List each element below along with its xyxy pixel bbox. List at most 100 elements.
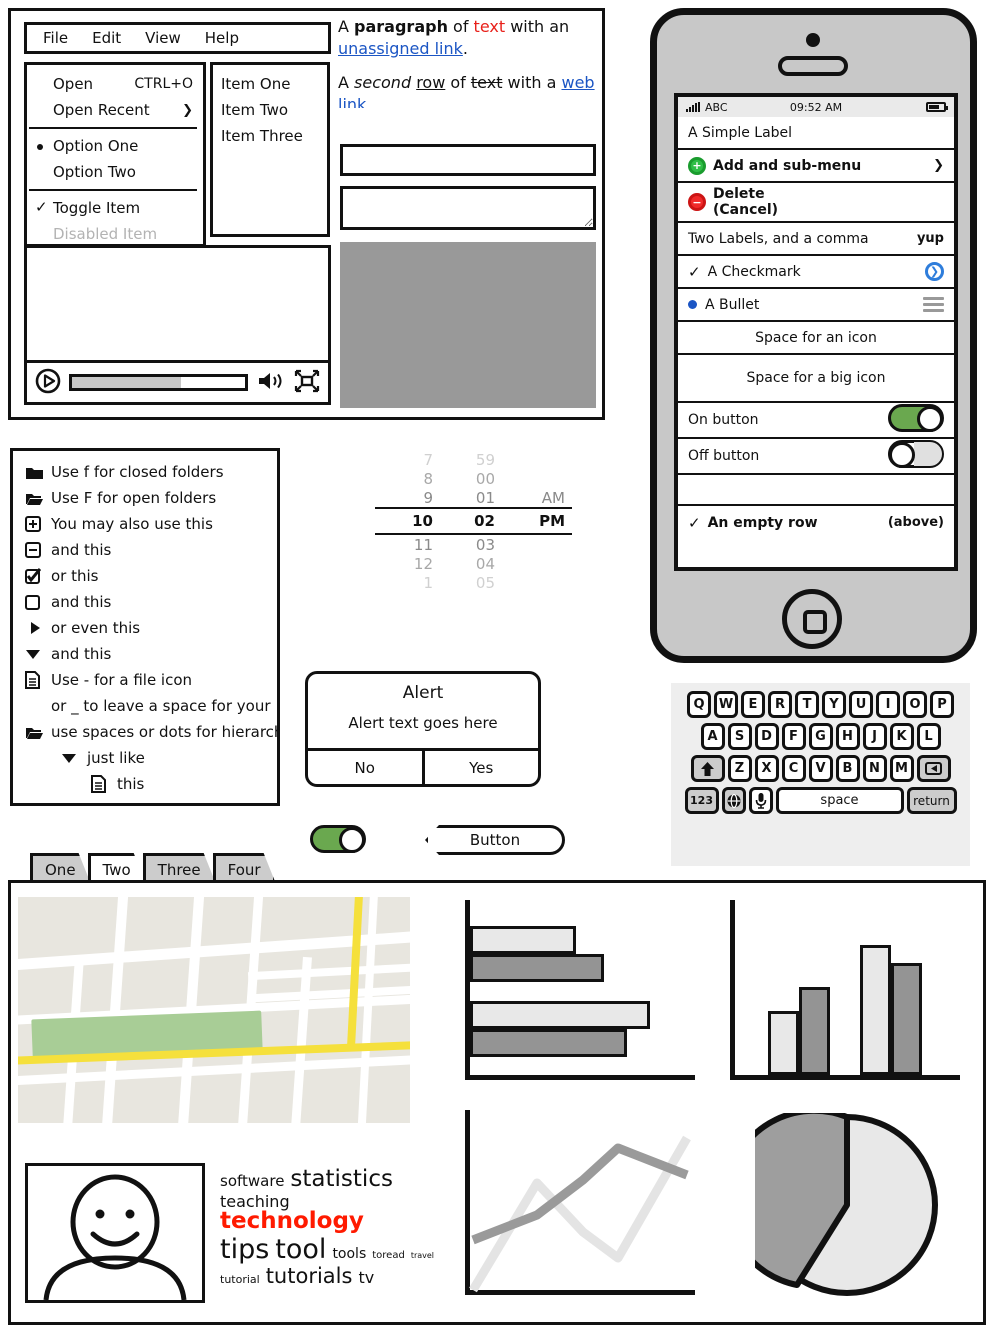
menubar-item-file[interactable]: File — [43, 29, 68, 47]
unassigned-link[interactable]: unassigned link — [338, 39, 463, 58]
tab-one[interactable]: One — [30, 853, 91, 883]
menubar-item-help[interactable]: Help — [205, 29, 239, 47]
list-item[interactable]: use spaces or dots for hierarchy — [25, 719, 277, 745]
time-picker[interactable]: 7 59 8 00 9 01 AM 10 02 PM 11 03 12 04 1… — [375, 450, 575, 600]
time-picker-row[interactable]: 1 05 — [375, 573, 575, 592]
list-box[interactable]: Item One Item Two Item Three — [210, 62, 330, 237]
arrow-button[interactable]: Button — [425, 825, 565, 855]
meridiem-selected[interactable]: PM — [495, 512, 565, 530]
phone-screen[interactable]: ABC 09:52 AM A Simple Label + Add and su… — [674, 93, 958, 571]
tab-three[interactable]: Three — [143, 853, 216, 883]
menubar-item-view[interactable]: View — [145, 29, 181, 47]
key-g[interactable]: G — [808, 723, 833, 750]
minute-option[interactable]: 05 — [433, 574, 495, 592]
media-player[interactable] — [24, 245, 331, 405]
phone-row-delete[interactable]: − Delete (Cancel) — [678, 183, 954, 223]
key-s[interactable]: S — [727, 723, 752, 750]
key-b[interactable]: B — [835, 755, 860, 782]
key-e[interactable]: E — [741, 691, 765, 718]
word-tutorials[interactable]: tutorials — [266, 1266, 353, 1287]
word-tv[interactable]: tv — [358, 1270, 374, 1286]
menubar-item-edit[interactable]: Edit — [92, 29, 121, 47]
word-travel[interactable]: travel — [411, 1252, 434, 1260]
list-item[interactable]: or _ to leave a space for your — [25, 693, 277, 719]
key-m[interactable]: M — [889, 755, 914, 782]
menu-item-open[interactable]: Open CTRL+O — [27, 71, 203, 97]
reorder-icon[interactable] — [923, 297, 944, 312]
fullscreen-icon[interactable] — [294, 369, 320, 397]
list-item[interactable]: Use - for a file icon — [25, 667, 277, 693]
hour-option[interactable]: 12 — [375, 555, 433, 573]
key-j[interactable]: J — [862, 723, 887, 750]
word-tips[interactable]: tips — [220, 1236, 269, 1263]
key-v[interactable]: V — [808, 755, 833, 782]
menu-bar[interactable]: File Edit View Help — [24, 22, 331, 54]
key-n[interactable]: N — [862, 755, 887, 782]
tab-bar[interactable]: One Two Three Four — [30, 853, 273, 883]
numbers-key[interactable]: 123 — [684, 787, 719, 814]
hour-selected[interactable]: 10 — [375, 512, 433, 530]
time-picker-row[interactable]: 8 00 — [375, 469, 575, 488]
backspace-key-icon[interactable] — [916, 755, 951, 782]
hour-option[interactable]: 11 — [375, 536, 433, 554]
volume-icon[interactable] — [256, 369, 286, 397]
toggle-off[interactable] — [888, 440, 944, 472]
list-item[interactable]: just like — [25, 745, 277, 771]
list-item[interactable]: You may also use this — [25, 511, 277, 537]
globe-icon[interactable] — [721, 787, 746, 814]
minute-option[interactable]: 00 — [433, 470, 495, 488]
media-player-controls[interactable] — [27, 360, 328, 402]
time-picker-row-selected[interactable]: 10 02 PM — [375, 509, 575, 533]
list-item[interactable]: and this — [25, 641, 277, 667]
key-f[interactable]: F — [781, 723, 806, 750]
menu-item-open-recent[interactable]: Open Recent ❯ — [27, 97, 203, 123]
return-key[interactable]: return — [906, 787, 957, 814]
minute-option[interactable]: 59 — [433, 451, 495, 469]
minute-option[interactable]: 01 — [433, 489, 495, 507]
phone-row-icon-space[interactable]: Space for an icon — [678, 322, 954, 355]
time-picker-row[interactable]: 11 03 — [375, 535, 575, 554]
phone-row-bullet[interactable]: A Bullet — [678, 289, 954, 322]
key-y[interactable]: Y — [822, 691, 846, 718]
phone-row-empty[interactable] — [678, 475, 954, 506]
key-q[interactable]: Q — [687, 691, 711, 718]
phone-row-checkmark[interactable]: ✓ A Checkmark ❯ — [678, 256, 954, 289]
phone-row-add-submenu[interactable]: + Add and sub-menu ❯ — [678, 150, 954, 183]
minute-option[interactable]: 04 — [433, 555, 495, 573]
alert-no-button[interactable]: No — [308, 751, 422, 784]
key-t[interactable]: T — [795, 691, 819, 718]
text-input-one[interactable] — [340, 144, 596, 176]
phone-row-two-labels[interactable]: Two Labels, and a comma yup — [678, 223, 954, 256]
hour-option[interactable]: 1 — [375, 574, 433, 592]
hour-option[interactable]: 9 — [375, 489, 433, 507]
key-k[interactable]: K — [889, 723, 914, 750]
phone-row-empty-row-label[interactable]: ✓ An empty row (above) — [678, 506, 954, 539]
phone-row-off-button[interactable]: Off button — [678, 439, 954, 475]
blue-disclosure-icon[interactable]: ❯ — [925, 262, 944, 281]
on-screen-keyboard[interactable]: Q W E R T Y U I O P A S D F G H J K L Z … — [671, 683, 970, 866]
key-u[interactable]: U — [849, 691, 873, 718]
phone-row-big-icon-space[interactable]: Space for a big icon — [678, 355, 954, 403]
hour-option[interactable]: 8 — [375, 470, 433, 488]
menu-dropdown[interactable]: Open CTRL+O Open Recent ❯ Option One Opt… — [24, 62, 206, 247]
list-item[interactable]: Use f for closed folders — [25, 459, 277, 485]
key-o[interactable]: O — [903, 691, 927, 718]
phone-home-button[interactable] — [782, 589, 842, 649]
word-toread[interactable]: toread — [372, 1251, 405, 1261]
phone-row-on-button[interactable]: On button — [678, 403, 954, 439]
key-w[interactable]: W — [714, 691, 738, 718]
mic-icon[interactable] — [748, 787, 773, 814]
word-software[interactable]: software — [220, 1174, 284, 1189]
phone-row-simple-label[interactable]: A Simple Label — [678, 117, 954, 150]
word-technology[interactable]: technology — [220, 1210, 364, 1233]
list-item[interactable]: Item Three — [221, 123, 327, 149]
space-key[interactable]: space — [775, 787, 904, 814]
menu-item-option-two[interactable]: Option Two — [27, 159, 203, 185]
key-a[interactable]: A — [700, 723, 725, 750]
key-x[interactable]: X — [754, 755, 779, 782]
menu-item-toggle[interactable]: ✓ Toggle Item — [27, 195, 203, 221]
word-statistics[interactable]: statistics — [290, 1168, 393, 1191]
shift-key-icon[interactable] — [690, 755, 725, 782]
standalone-toggle[interactable] — [310, 825, 366, 853]
list-item[interactable]: Use F for open folders — [25, 485, 277, 511]
